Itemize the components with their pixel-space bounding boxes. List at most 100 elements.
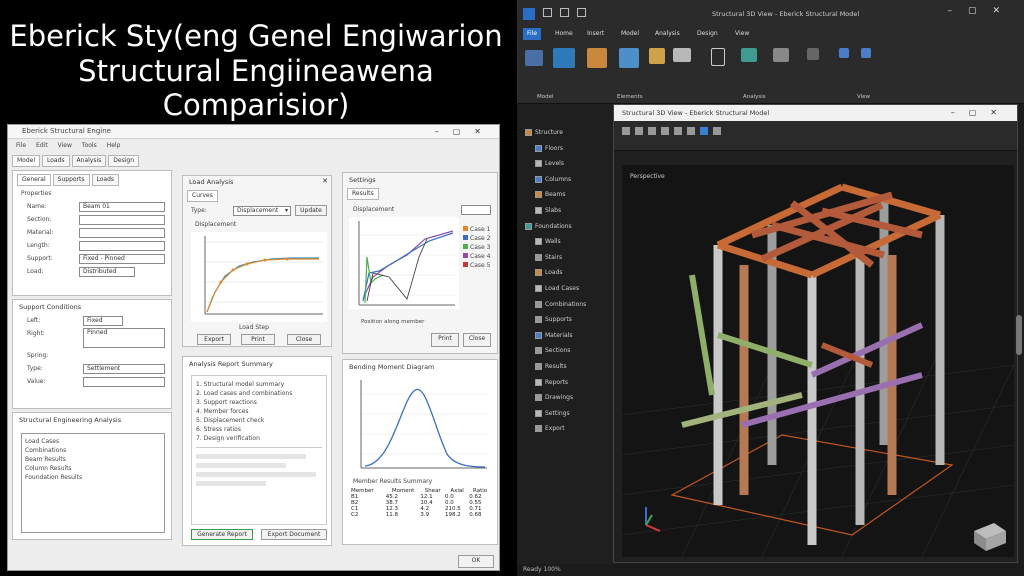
tool-button[interactable] bbox=[807, 48, 819, 60]
tab-analysis[interactable]: Analysis bbox=[71, 155, 107, 167]
tool-button[interactable] bbox=[773, 48, 789, 62]
results-item[interactable]: Foundation Results bbox=[25, 473, 161, 482]
close-icon[interactable]: ✕ bbox=[322, 177, 328, 185]
ribbon-tab-file[interactable]: File bbox=[523, 28, 542, 40]
subtab-supports[interactable]: Supports bbox=[52, 174, 90, 186]
tab-loads[interactable]: Loads bbox=[42, 155, 70, 167]
tree-item[interactable]: Stairs bbox=[533, 253, 562, 263]
tree-item[interactable]: Foundations bbox=[523, 222, 572, 232]
tool-button[interactable] bbox=[649, 48, 665, 64]
support-label-spring: Spring: bbox=[27, 352, 49, 359]
length-field[interactable] bbox=[79, 241, 165, 251]
window-controls[interactable]: –▢✕ bbox=[947, 6, 1016, 16]
ok-button[interactable]: OK bbox=[458, 555, 494, 568]
tree-item[interactable]: Levels bbox=[533, 159, 564, 169]
ribbon-tab-analysis[interactable]: Analysis bbox=[651, 28, 684, 40]
tree-item[interactable]: Drawings bbox=[533, 393, 573, 403]
tool-icon[interactable] bbox=[713, 127, 721, 135]
tool-button[interactable] bbox=[711, 48, 725, 66]
ribbon-tab-model[interactable]: Model bbox=[617, 28, 643, 40]
table-row[interactable]: C2 11.8 3.9 198.2 0.68 bbox=[351, 512, 491, 518]
window-controls[interactable]: –▢✕ bbox=[951, 105, 1011, 121]
ribbon-tab-home[interactable]: Home bbox=[551, 28, 577, 40]
tab-curves[interactable]: Curves bbox=[187, 190, 218, 202]
tool-button[interactable] bbox=[741, 48, 757, 62]
graph2-select[interactable] bbox=[461, 205, 491, 215]
tree-item[interactable]: Slabs bbox=[533, 206, 561, 216]
tree-item[interactable]: Structure bbox=[523, 128, 563, 138]
close-button[interactable]: Close bbox=[287, 334, 321, 345]
name-field[interactable]: Beam 01 bbox=[79, 202, 165, 212]
tree-item[interactable]: Export bbox=[533, 424, 565, 434]
tree-item[interactable]: Settings bbox=[533, 409, 570, 419]
tool-icon[interactable] bbox=[674, 127, 682, 135]
support-type-field[interactable]: Settlement bbox=[83, 364, 165, 374]
support-value-field[interactable] bbox=[83, 377, 165, 387]
export-document-button[interactable]: Export Document bbox=[261, 529, 327, 540]
print-button[interactable]: Print bbox=[241, 334, 275, 345]
tree-item[interactable]: Combinations bbox=[533, 300, 586, 310]
export-button[interactable]: Export bbox=[197, 334, 231, 345]
results-item[interactable]: Column Results bbox=[25, 464, 161, 473]
support-field[interactable]: Fixed - Pinned bbox=[79, 254, 165, 264]
tool-icon[interactable] bbox=[622, 127, 630, 135]
window-controls[interactable]: –▢✕ bbox=[435, 125, 495, 138]
tool-button[interactable] bbox=[525, 50, 543, 66]
tab-design[interactable]: Design bbox=[108, 155, 139, 167]
tool-button[interactable] bbox=[553, 48, 575, 68]
menu-tools[interactable]: Tools bbox=[82, 141, 97, 150]
menu-file[interactable]: File bbox=[16, 141, 26, 150]
ribbon-tab-design[interactable]: Design bbox=[693, 28, 722, 40]
ribbon-tab-insert[interactable]: Insert bbox=[583, 28, 608, 40]
undo-icon[interactable] bbox=[560, 8, 569, 17]
support-left-field[interactable]: Fixed bbox=[83, 316, 123, 326]
tree-item[interactable]: Results bbox=[533, 362, 567, 372]
results-item[interactable]: Load Cases bbox=[25, 437, 161, 446]
tool-button[interactable] bbox=[839, 48, 849, 58]
section-field[interactable] bbox=[79, 215, 165, 225]
generate-report-button[interactable]: Generate Report bbox=[191, 529, 253, 540]
scrollbar[interactable] bbox=[1016, 315, 1022, 355]
subtab-loads[interactable]: Loads bbox=[91, 174, 120, 186]
tool-icon[interactable] bbox=[700, 127, 708, 135]
load-field[interactable]: Distributed bbox=[79, 267, 135, 277]
menu-help[interactable]: Help bbox=[107, 141, 121, 150]
close-button[interactable]: Close bbox=[463, 333, 491, 347]
tree-item[interactable]: Loads bbox=[533, 268, 563, 278]
print-button[interactable]: Print bbox=[431, 333, 459, 347]
3d-viewport[interactable]: Perspective bbox=[622, 165, 1014, 557]
curve-type-select[interactable]: Displacement ▾ bbox=[233, 206, 291, 216]
support-right-field[interactable]: Pinned bbox=[83, 328, 165, 348]
tree-item[interactable]: Walls bbox=[533, 237, 561, 247]
subtab-general[interactable]: General bbox=[17, 174, 51, 186]
ribbon-tab-view[interactable]: View bbox=[731, 28, 753, 40]
tree-item[interactable]: Columns bbox=[533, 175, 571, 185]
tree-item[interactable]: Beams bbox=[533, 190, 565, 200]
tool-button[interactable] bbox=[861, 48, 871, 58]
tree-item[interactable]: Materials bbox=[533, 331, 573, 341]
material-field[interactable] bbox=[79, 228, 165, 238]
results-item[interactable]: Beam Results bbox=[25, 455, 161, 464]
tool-button[interactable] bbox=[673, 48, 691, 62]
tool-button[interactable] bbox=[619, 48, 639, 68]
tool-icon[interactable] bbox=[635, 127, 643, 135]
tree-item[interactable]: Load Cases bbox=[533, 284, 579, 294]
tab-results[interactable]: Results bbox=[347, 188, 379, 200]
tool-icon[interactable] bbox=[687, 127, 695, 135]
update-button[interactable]: Update bbox=[295, 205, 327, 216]
app-icon[interactable] bbox=[523, 8, 535, 20]
tool-icon[interactable] bbox=[648, 127, 656, 135]
tree-item[interactable]: Supports bbox=[533, 315, 572, 325]
menu-view[interactable]: View bbox=[58, 141, 72, 150]
results-item[interactable]: Combinations bbox=[25, 446, 161, 455]
tree-item[interactable]: Sections bbox=[533, 346, 570, 356]
tool-button[interactable] bbox=[587, 48, 607, 68]
tab-model[interactable]: Model bbox=[12, 155, 41, 167]
save-icon[interactable] bbox=[543, 8, 552, 17]
tool-icon[interactable] bbox=[661, 127, 669, 135]
field-label-section: Section: bbox=[27, 216, 52, 223]
redo-icon[interactable] bbox=[577, 8, 586, 17]
menu-edit[interactable]: Edit bbox=[36, 141, 48, 150]
tree-item[interactable]: Reports bbox=[533, 378, 568, 388]
tree-item[interactable]: Floors bbox=[533, 144, 563, 154]
